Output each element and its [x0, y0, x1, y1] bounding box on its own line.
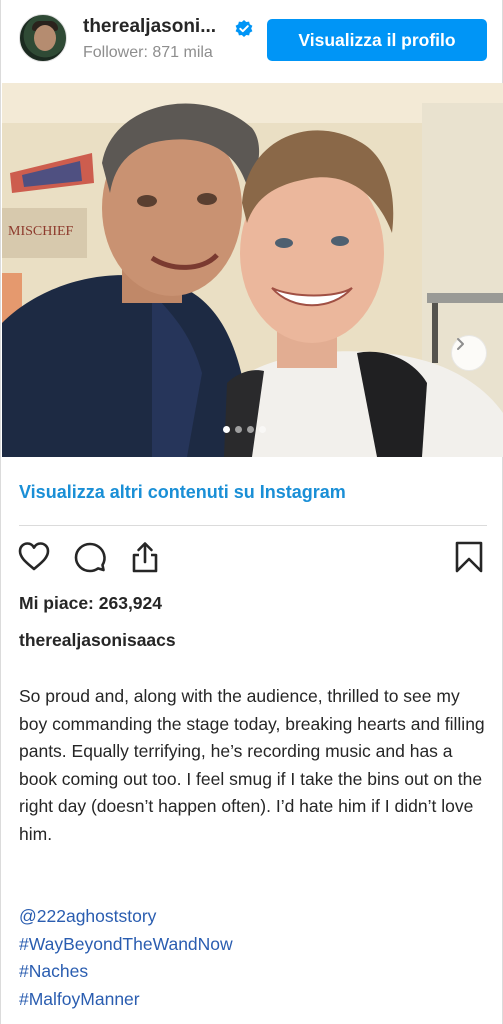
caption-username[interactable]: therealjasonisaacs [19, 630, 176, 651]
tag-link[interactable]: @222aghoststory [19, 903, 233, 931]
svg-text:MISCHIEF: MISCHIEF [8, 224, 74, 239]
slide-dot [247, 426, 254, 433]
slide-dot [259, 426, 266, 433]
slide-dot-active [223, 426, 230, 433]
tag-link[interactable]: #WayBeyondTheWandNow [19, 931, 233, 959]
like-count[interactable]: Mi piace: 263,924 [19, 593, 162, 614]
post-header: therealjasoni... Follower: 871 mila Visu… [1, 0, 503, 82]
verified-badge-icon [235, 20, 253, 37]
slide-indicator [223, 426, 266, 433]
username[interactable]: therealjasoni... [83, 16, 231, 38]
avatar-face [34, 25, 56, 51]
bookmark-icon[interactable] [452, 540, 486, 574]
tag-link[interactable]: #Naches [19, 958, 233, 986]
post-caption: So proud and, along with the audience, t… [19, 686, 485, 844]
post-photo[interactable]: MISCHIEF [2, 83, 503, 457]
follower-count: Follower: 871 mila [83, 44, 213, 61]
slide-dot [235, 426, 242, 433]
photo-illustration: MISCHIEF [2, 83, 503, 457]
divider [19, 525, 487, 526]
caption-tags: @222aghoststory #WayBeyondTheWandNow #Na… [19, 903, 233, 1013]
share-icon[interactable] [128, 540, 162, 574]
chevron-right-icon [457, 338, 464, 350]
view-more-on-instagram-link[interactable]: Visualizza altri contenuti su Instagram [19, 482, 346, 503]
profile-avatar[interactable] [19, 14, 67, 62]
next-slide-button[interactable] [451, 335, 487, 371]
tag-link[interactable]: #MalfoyManner [19, 986, 233, 1014]
view-profile-button[interactable]: Visualizza il profilo [267, 19, 487, 61]
heart-icon[interactable] [17, 540, 51, 574]
instagram-embed: therealjasoni... Follower: 871 mila Visu… [0, 0, 503, 1024]
comment-icon[interactable] [73, 540, 107, 574]
